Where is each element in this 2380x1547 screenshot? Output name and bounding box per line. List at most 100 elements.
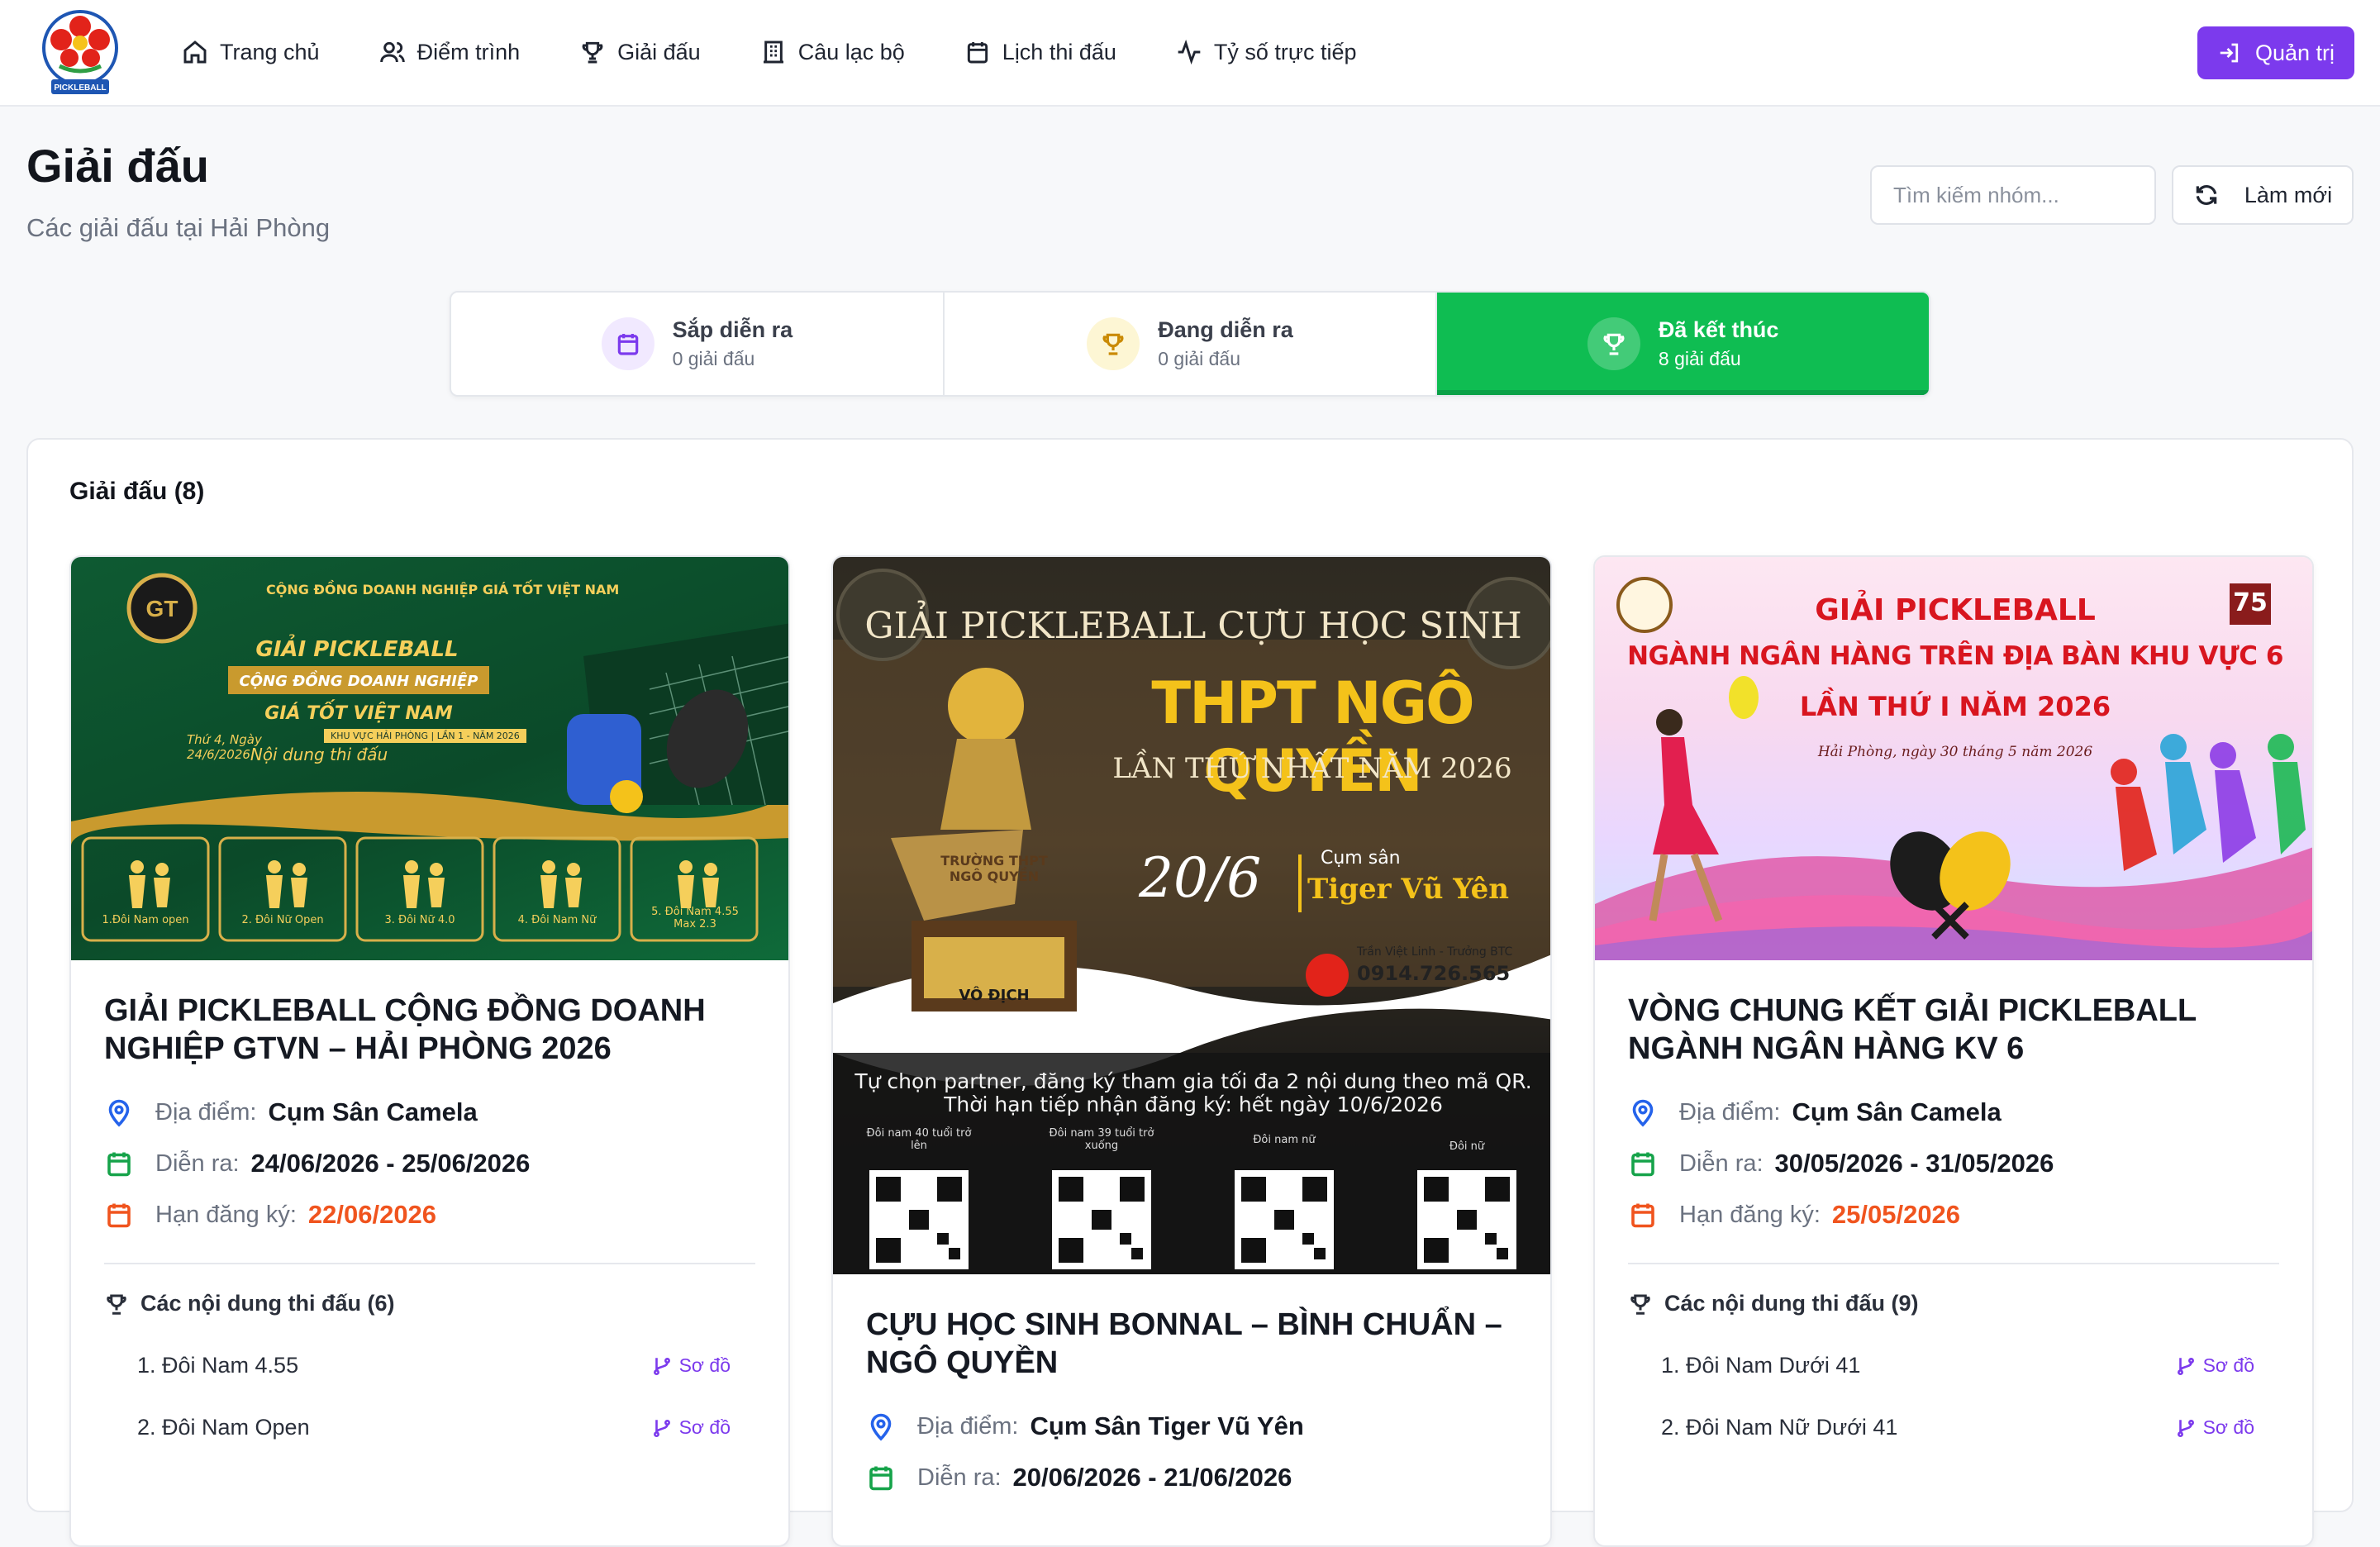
- nav-label: Lịch thi đấu: [1002, 39, 1116, 64]
- trophy-icon: [1603, 333, 1625, 355]
- tournament-title[interactable]: GIẢI PICKLEBALL CỘNG ĐỒNG DOANH NGHIỆP G…: [104, 992, 755, 1068]
- banner-text: LẦN THỨ I NĂM 2026: [1799, 691, 2111, 722]
- nav-item-rankings[interactable]: Điểm trình: [379, 39, 521, 65]
- git-branch-icon: [2177, 1357, 2194, 1375]
- bracket-link-label: Sơ đồ: [678, 1354, 731, 1376]
- bracket-link[interactable]: Sơ đồ: [2175, 1354, 2254, 1377]
- status-tabs: Sắp diễn ra 0 giải đấu Đang diễn ra 0 gi…: [450, 291, 1930, 397]
- event-item: 1. Đôi Nam 4.55 Sơ đồ: [104, 1353, 755, 1378]
- calendar-icon: [107, 1152, 131, 1177]
- date-value: 20/06/2026 - 21/06/2026: [1012, 1463, 1292, 1492]
- tab-label: Đang diễn ra: [1158, 317, 1293, 342]
- deadline-value: 22/06/2026: [307, 1200, 437, 1229]
- deadline-row: Hạn đăng ký: 22/06/2026: [104, 1200, 755, 1230]
- banner-text: LẦN THỨ NHẤT NĂM 2026: [1112, 752, 1512, 785]
- admin-button[interactable]: Quản trị: [2197, 26, 2354, 79]
- home-icon: [183, 40, 207, 64]
- banner-tile-label: 2. Đôi Nữ Open: [241, 914, 324, 926]
- nav-label: Câu lạc bộ: [797, 39, 905, 64]
- nav-item-clubs[interactable]: Câu lạc bộ: [760, 39, 905, 65]
- trophy-icon: [107, 1294, 126, 1315]
- bracket-link-label: Sơ đồ: [2202, 1354, 2254, 1376]
- location-row: Địa điểm: Cụm Sân Camela: [1628, 1097, 2279, 1127]
- banner-text: KHU VỰC HẢI PHÒNG | LẦN 1 - NĂM 2026: [324, 729, 526, 743]
- calendar-icon: [617, 334, 638, 355]
- banner-text: CỘNG ĐỒNG DOANH NGHIỆP GIÁ TỐT VIỆT NAM: [266, 582, 620, 597]
- nav-item-live-scores[interactable]: Tỷ số trực tiếp: [1176, 39, 1357, 65]
- tournament-card[interactable]: GIẢI PICKLEBALL CỰU HỌC SINH THPT NGÔ QU…: [831, 555, 1552, 1547]
- map-pin-icon: [870, 1413, 892, 1441]
- location-value: Cụm Sân Tiger Vũ Yên: [1030, 1411, 1304, 1440]
- nav-item-tournaments[interactable]: Giải đấu: [579, 39, 701, 65]
- search-input[interactable]: [1870, 165, 2156, 225]
- banner-text: 0914.726.565: [1357, 962, 1511, 985]
- tab-count: 0 giải đấu: [1158, 348, 1240, 369]
- banner-tile-label: 1.Đôi Nam open: [102, 914, 189, 926]
- map-pin-icon: [1632, 1099, 1654, 1127]
- tab-count: 8 giải đấu: [1658, 348, 1741, 369]
- tab-finished[interactable]: Đã kết thúc 8 giải đấu: [1437, 293, 1929, 395]
- date-value: 24/06/2026 - 25/06/2026: [250, 1149, 531, 1178]
- svg-text:GIÁ TỐT VIỆT NAM: GIÁ TỐT VIỆT NAM: [264, 700, 453, 724]
- calendar-icon: [1631, 1152, 1654, 1177]
- refresh-label: Làm mới: [2244, 182, 2333, 207]
- banner-text: VÔ ĐỊCH: [959, 987, 1030, 1004]
- svg-text:GT: GT: [146, 596, 178, 621]
- banner-art: GT GIẢI PICKLEBALL CỘNG ĐỒNG DOANH NGHIỆ…: [71, 573, 788, 942]
- nav-item-schedule[interactable]: Lịch thi đấu: [964, 39, 1116, 65]
- refresh-button[interactable]: Làm mới: [2172, 165, 2354, 225]
- tab-label: Sắp diễn ra: [672, 317, 793, 342]
- git-branch-icon: [653, 1357, 670, 1375]
- event-label: 1. Đôi Nam 4.55: [137, 1353, 299, 1378]
- hai-phong-pickleball-logo[interactable]: PICKLEBALL: [35, 8, 126, 98]
- location-value: Cụm Sân Camela: [268, 1097, 478, 1126]
- bracket-link[interactable]: Sơ đồ: [2175, 1416, 2254, 1439]
- tournament-banner: GIẢI PICKLEBALL NGÀNH NGÂN HÀNG TRÊN ĐỊA…: [1595, 557, 2312, 960]
- banner-text: Hải Phòng, ngày 30 tháng 5 năm 2026: [1817, 744, 2093, 760]
- list-title: Giải đấu (8): [69, 478, 205, 505]
- event-item: 2. Đôi Nam Nữ Dưới 41 Sơ đồ: [1628, 1415, 2279, 1440]
- divider: [1628, 1263, 2279, 1264]
- event-label: 1. Đôi Nam Dưới 41: [1661, 1353, 1861, 1378]
- tournament-list-panel: Giải đấu (8) GT GIẢI PICKLEBALL CỘNG ĐỒN…: [26, 438, 2354, 1547]
- divider: [104, 1263, 755, 1264]
- banner-text: TRƯỜNG THPT NGÔ QUYỀN: [940, 853, 1048, 884]
- tab-icon-wrap: [601, 317, 654, 370]
- banner-text: NGÀNH NGÂN HÀNG TRÊN ĐỊA BÀN KHU VỰC 6: [1627, 641, 2283, 671]
- banner-date: 20/6: [1139, 846, 1262, 910]
- calendar-icon: [107, 1203, 131, 1228]
- banner-text: Tiger Vũ Yên: [1307, 873, 1509, 906]
- events-title: Các nội dung thi đấu (9): [1664, 1291, 1919, 1316]
- event-label: 2. Đôi Nam Open: [137, 1415, 310, 1440]
- login-icon: [2220, 43, 2239, 63]
- calendar-icon: [967, 42, 988, 64]
- deadline-value: 25/05/2026: [1831, 1200, 1961, 1229]
- tournament-card[interactable]: GIẢI PICKLEBALL NGÀNH NGÂN HÀNG TRÊN ĐỊA…: [1593, 555, 2314, 1547]
- svg-text:PICKLEBALL: PICKLEBALL: [54, 83, 106, 93]
- qr-label: Đôi nam nữ: [1253, 1134, 1316, 1146]
- nav-item-home[interactable]: Trang chủ: [182, 39, 320, 65]
- location-label: Địa điểm:: [155, 1098, 257, 1126]
- calendar-icon: [1631, 1203, 1654, 1228]
- trophy-icon: [1102, 333, 1124, 355]
- tab-icon-wrap: [1087, 317, 1140, 370]
- bracket-link[interactable]: Sơ đồ: [651, 1354, 731, 1377]
- deadline-label: Hạn đăng ký:: [1679, 1201, 1821, 1228]
- admin-label: Quản trị: [2254, 40, 2335, 65]
- bracket-link-label: Sơ đồ: [678, 1416, 731, 1438]
- tournament-card[interactable]: GT GIẢI PICKLEBALL CỘNG ĐỒNG DOANH NGHIỆ…: [69, 555, 790, 1547]
- location-value: Cụm Sân Camela: [1792, 1097, 2002, 1126]
- tournament-title[interactable]: VÒNG CHUNG KẾT GIẢI PICKLEBALL NGÀNH NGÂ…: [1628, 992, 2279, 1068]
- tab-ongoing[interactable]: Đang diễn ra 0 giải đấu: [945, 293, 1438, 395]
- banner-text: GIẢI PICKLEBALL CỰU HỌC SINH: [864, 605, 1522, 647]
- banner-art: [833, 569, 1550, 1274]
- tab-upcoming[interactable]: Sắp diễn ra 0 giải đấu: [451, 293, 945, 395]
- banner-tile-label: 4. Đôi Nam Nữ: [517, 914, 597, 926]
- date-row: Diễn ra: 20/06/2026 - 21/06/2026: [866, 1463, 1517, 1492]
- location-row: Địa điểm: Cụm Sân Tiger Vũ Yên: [866, 1411, 1517, 1441]
- tournament-title[interactable]: CỰU HỌC SINH BONNAL – BÌNH CHUẨN – NGÔ Q…: [866, 1306, 1517, 1382]
- bracket-link-label: Sơ đồ: [2202, 1416, 2254, 1438]
- bracket-link[interactable]: Sơ đồ: [651, 1416, 731, 1439]
- banner-date: Thứ 4, Ngày 24/6/2026: [187, 732, 262, 762]
- nav-label: Điểm trình: [416, 39, 521, 64]
